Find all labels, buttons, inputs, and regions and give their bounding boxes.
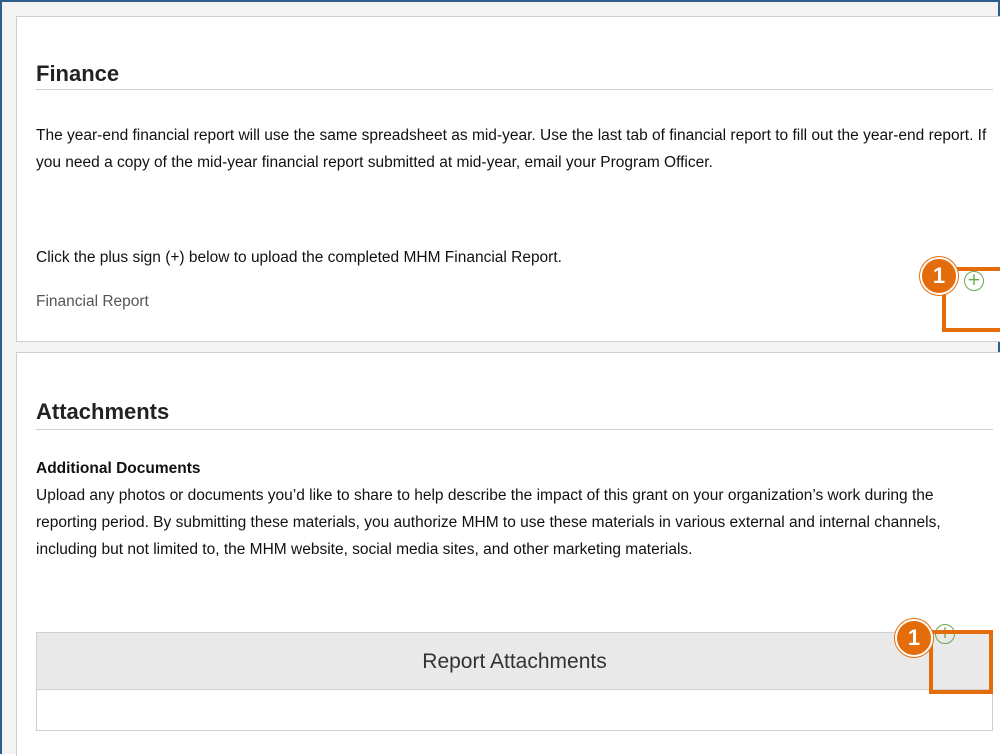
callout-box-report-attachments — [929, 630, 993, 694]
attachments-description: Upload any photos or documents you’d lik… — [36, 487, 941, 558]
attachments-divider — [36, 429, 993, 430]
finance-section: Finance The year-end financial report wi… — [16, 16, 1000, 342]
report-attachments-header: Report Attachments — [36, 632, 993, 690]
page-frame: Finance The year-end financial report wi… — [0, 0, 1000, 756]
financial-report-label: Financial Report — [36, 293, 149, 310]
finance-upload-instruction: Click the plus sign (+) below to upload … — [36, 249, 562, 266]
callout-badge-financial-report: 1 — [920, 257, 958, 295]
attachments-title: Attachments — [36, 399, 170, 424]
report-attachments-title: Report Attachments — [422, 650, 607, 673]
finance-description: The year-end financial report will use t… — [36, 127, 987, 171]
attachments-section: Attachments Additional Documents Upload … — [16, 352, 1000, 756]
callout-badge-report-attachments: 1 — [895, 619, 933, 657]
finance-title: Finance — [36, 61, 120, 86]
report-attachments-list — [36, 689, 993, 731]
finance-divider — [36, 89, 993, 90]
additional-documents-heading: Additional Documents — [36, 460, 201, 477]
